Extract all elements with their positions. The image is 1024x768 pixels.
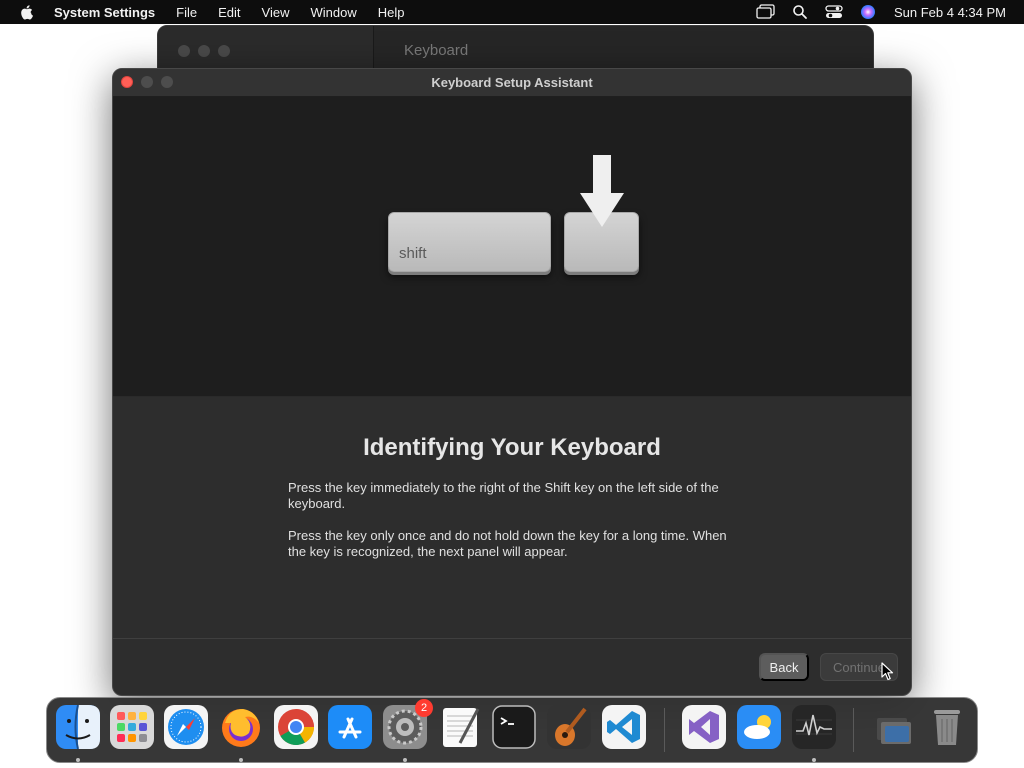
keyboard-setup-dialog: Keyboard Setup Assistant shift Identifyi… [112, 68, 912, 696]
garageband-icon[interactable] [547, 705, 591, 749]
menu-bar: System Settings File Edit View Window He… [0, 0, 1024, 24]
firefox-running-indicator [239, 758, 243, 762]
activity-monitor-icon[interactable] [792, 705, 836, 749]
weather-icon[interactable] [737, 705, 781, 749]
background-window-title: Keyboard [404, 42, 469, 59]
safari-icon[interactable] [164, 705, 208, 749]
background-window-controls [178, 45, 230, 57]
search-icon[interactable] [790, 4, 810, 20]
menu-window[interactable]: Window [310, 5, 356, 20]
menu-edit[interactable]: Edit [218, 5, 240, 20]
dock: 2 [46, 697, 978, 763]
vscode-icon[interactable] [602, 705, 646, 749]
screen-mirroring-icon[interactable] [756, 4, 776, 20]
dialog-content: Identifying Your Keyboard Press the key … [113, 398, 911, 639]
instruction-paragraph-2: Press the key only once and do not hold … [288, 528, 727, 559]
terminal-icon[interactable] [492, 705, 536, 749]
dock-separator [664, 708, 665, 752]
dialog-title: Keyboard Setup Assistant [431, 75, 593, 90]
textedit-icon[interactable] [438, 705, 482, 749]
activity-monitor-running-indicator [812, 758, 816, 762]
keyboard-illustration: shift [113, 97, 911, 397]
shift-key-label: shift [399, 245, 427, 262]
finder-running-indicator [76, 758, 80, 762]
dock-separator-2 [853, 708, 854, 752]
settings-running-indicator [403, 758, 407, 762]
notification-badge: 2 [415, 699, 433, 717]
footer-divider [113, 638, 911, 639]
chrome-icon[interactable] [274, 705, 318, 749]
trash-icon[interactable] [925, 705, 969, 749]
app-store-icon[interactable] [328, 705, 372, 749]
menu-view[interactable]: View [262, 5, 290, 20]
down-arrow-icon [580, 155, 624, 227]
siri-icon[interactable] [858, 4, 878, 20]
menu-app-name[interactable]: System Settings [54, 5, 155, 20]
inactive-minimize-icon[interactable] [198, 45, 210, 57]
apple-icon[interactable] [18, 3, 36, 21]
shift-key-image: shift [388, 212, 551, 272]
menu-help[interactable]: Help [378, 5, 405, 20]
downloads-stack-icon[interactable] [871, 705, 915, 749]
visual-studio-icon[interactable] [682, 705, 726, 749]
mouse-pointer-icon [881, 662, 894, 681]
finder-icon[interactable] [56, 705, 100, 749]
back-button[interactable]: Back [759, 653, 809, 681]
dialog-titlebar: Keyboard Setup Assistant [113, 69, 911, 97]
instruction-paragraph-1: Press the key immediately to the right o… [288, 480, 719, 511]
control-center-icon[interactable] [824, 4, 844, 20]
launchpad-icon[interactable] [110, 705, 154, 749]
system-settings-icon[interactable]: 2 [383, 699, 433, 749]
menu-clock[interactable]: Sun Feb 4 4:34 PM [894, 5, 1006, 20]
dialog-heading: Identifying Your Keyboard [363, 434, 661, 461]
inactive-close-icon[interactable] [178, 45, 190, 57]
firefox-icon[interactable] [219, 705, 263, 749]
inactive-maximize-icon[interactable] [218, 45, 230, 57]
menu-file[interactable]: File [176, 5, 197, 20]
